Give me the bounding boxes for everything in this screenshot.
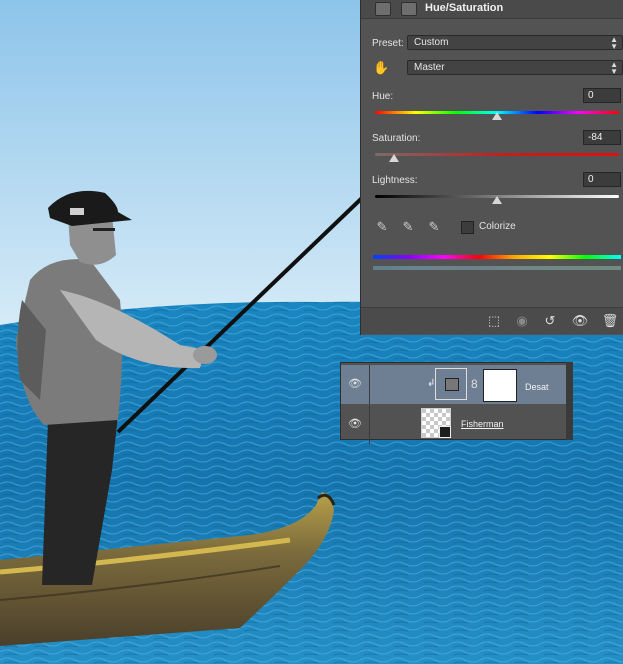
layer-row-desat[interactable]: 👁 ↲ 8 Desat (341, 365, 567, 404)
colorize-checkbox[interactable] (461, 221, 474, 234)
eye-icon[interactable]: 👁 (341, 365, 370, 404)
eyedropper-add-icon[interactable]: ✎ (400, 219, 416, 235)
input-color-bar (373, 255, 621, 259)
select-arrows-icon: ▲ ▼ (610, 60, 618, 76)
layers-panel: 👁 ↲ 8 Desat 👁 Fisherman (340, 362, 568, 444)
eyedropper-icon[interactable]: ✎ (374, 219, 390, 235)
lightness-label: Lightness: (372, 175, 418, 186)
eye-icon[interactable]: 👁 (571, 312, 589, 330)
layers-scrollbar[interactable] (566, 362, 573, 440)
preset-value: Custom (414, 37, 449, 48)
colorize-label: Colorize (479, 221, 516, 232)
mask-icon[interactable] (401, 2, 417, 16)
saturation-slider-track[interactable] (375, 153, 619, 156)
hue-input[interactable]: 0 (583, 88, 621, 103)
lightness-slider-thumb[interactable] (492, 196, 502, 204)
adjustment-thumbnail[interactable] (435, 368, 467, 400)
hue-label: Hue: (372, 91, 394, 102)
saturation-label: Saturation: (372, 133, 421, 144)
properties-titlebar: Hue/Saturation (361, 0, 623, 19)
channel-select[interactable]: Master ▲ ▼ (407, 60, 623, 76)
eyedropper-subtract-icon[interactable]: ✎ (426, 219, 442, 235)
panel-title: Hue/Saturation (425, 2, 504, 14)
layer-thumbnail[interactable] (421, 408, 451, 438)
preset-select[interactable]: Custom ▲ ▼ (407, 35, 623, 51)
hue-slider-thumb[interactable] (492, 112, 502, 120)
preset-label: Preset: (372, 38, 404, 49)
link-icon[interactable]: 8 (471, 377, 478, 391)
targeted-adjustment-icon[interactable]: ✋ (373, 60, 389, 76)
layer-name[interactable]: Desat (525, 382, 549, 392)
trash-icon[interactable]: 🗑 (601, 312, 619, 330)
saturation-slider-thumb[interactable] (389, 154, 399, 162)
layer-name[interactable]: Fisherman (461, 419, 504, 429)
adjustment-layer-icon[interactable] (375, 2, 391, 16)
layer-row-fisherman[interactable]: 👁 Fisherman (341, 405, 567, 444)
panel-footer: ⬚ ◉ ↺ 👁 🗑 (361, 307, 623, 334)
eye-icon[interactable]: 👁 (341, 405, 370, 444)
channel-value: Master (414, 62, 445, 73)
select-arrows-icon: ▲ ▼ (610, 35, 618, 51)
clip-to-layer-icon[interactable]: ⬚ (485, 312, 503, 330)
output-color-bar (373, 266, 621, 270)
view-previous-icon[interactable]: ◉ (513, 312, 531, 330)
reset-icon[interactable]: ↺ (541, 312, 559, 330)
layer-mask-thumbnail[interactable] (483, 369, 517, 402)
saturation-input[interactable]: -84 (583, 130, 621, 145)
lightness-input[interactable]: 0 (583, 172, 621, 187)
hue-saturation-panel: Hue/Saturation Preset: Custom ▲ ▼ ✋ Maste… (360, 0, 623, 335)
smart-object-icon (439, 426, 451, 438)
